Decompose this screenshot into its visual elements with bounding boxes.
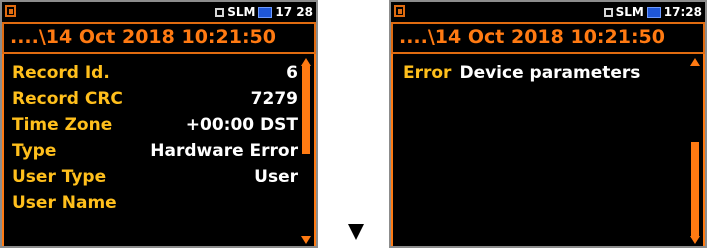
row-label: Record CRC (12, 89, 123, 109)
pc-connection-icon (258, 6, 273, 18)
pc-connection-icon (646, 6, 661, 18)
row-label: User Type (12, 167, 107, 187)
right-device-screen: SLM 17:28 ....\14 Oct 2018 10:21:50 Erro… (389, 0, 707, 248)
scrollbar[interactable] (690, 58, 700, 244)
record-details-list[interactable]: Record Id. 6 Record CRC 7279 Time Zone +… (2, 54, 316, 246)
list-row-record-id[interactable]: Record Id. 6 (12, 60, 298, 86)
row-label: Time Zone (12, 115, 113, 135)
list-row-user-type[interactable]: User Type User (12, 164, 298, 190)
error-value: Device parameters (459, 63, 641, 83)
mode-label: SLM (227, 5, 256, 19)
error-details[interactable]: Error Device parameters (391, 54, 705, 246)
list-row-time-zone[interactable]: Time Zone +00:00 DST (12, 112, 298, 138)
mode-label: SLM (615, 5, 644, 19)
path-header: ....\14 Oct 2018 10:21:50 (391, 22, 705, 54)
error-label: Error (403, 63, 452, 83)
arrow-down-icon (348, 224, 364, 240)
row-label: User Name (12, 193, 117, 213)
document-icon (394, 5, 405, 17)
status-bar: SLM 17:28 (391, 2, 705, 22)
document-icon (5, 5, 16, 17)
row-value: User (254, 167, 298, 187)
left-device-screen: SLM 17 28 ....\14 Oct 2018 10:21:50 Reco… (0, 0, 318, 248)
clock-time: 17:28 (663, 5, 702, 19)
error-row[interactable]: Error Device parameters (403, 60, 687, 86)
status-bar: SLM 17 28 (2, 2, 316, 22)
row-value: 7279 (250, 89, 298, 109)
scroll-up-arrow-icon (690, 58, 700, 66)
scroll-thumb[interactable] (302, 66, 310, 154)
clock-time: 17 28 (275, 5, 313, 19)
scroll-thumb[interactable] (691, 142, 699, 238)
row-label: Record Id. (12, 63, 110, 83)
list-row-type[interactable]: Type Hardware Error (12, 138, 298, 164)
row-value: +00:00 DST (185, 115, 298, 135)
row-value: Hardware Error (150, 141, 298, 161)
scroll-down-arrow-icon (301, 236, 311, 244)
row-label: Type (12, 141, 57, 161)
status-indicators: SLM 17 28 (215, 4, 313, 20)
scroll-down-arrow-icon (690, 236, 700, 244)
status-indicators: SLM 17:28 (603, 4, 702, 20)
square-icon (603, 7, 613, 17)
list-row-user-name[interactable]: User Name (12, 190, 298, 216)
path-header: ....\14 Oct 2018 10:21:50 (2, 22, 316, 54)
row-value: 6 (286, 63, 298, 83)
scrollbar[interactable] (301, 58, 311, 244)
list-row-record-crc[interactable]: Record CRC 7279 (12, 86, 298, 112)
square-icon (215, 7, 225, 17)
scroll-up-arrow-icon (301, 58, 311, 66)
